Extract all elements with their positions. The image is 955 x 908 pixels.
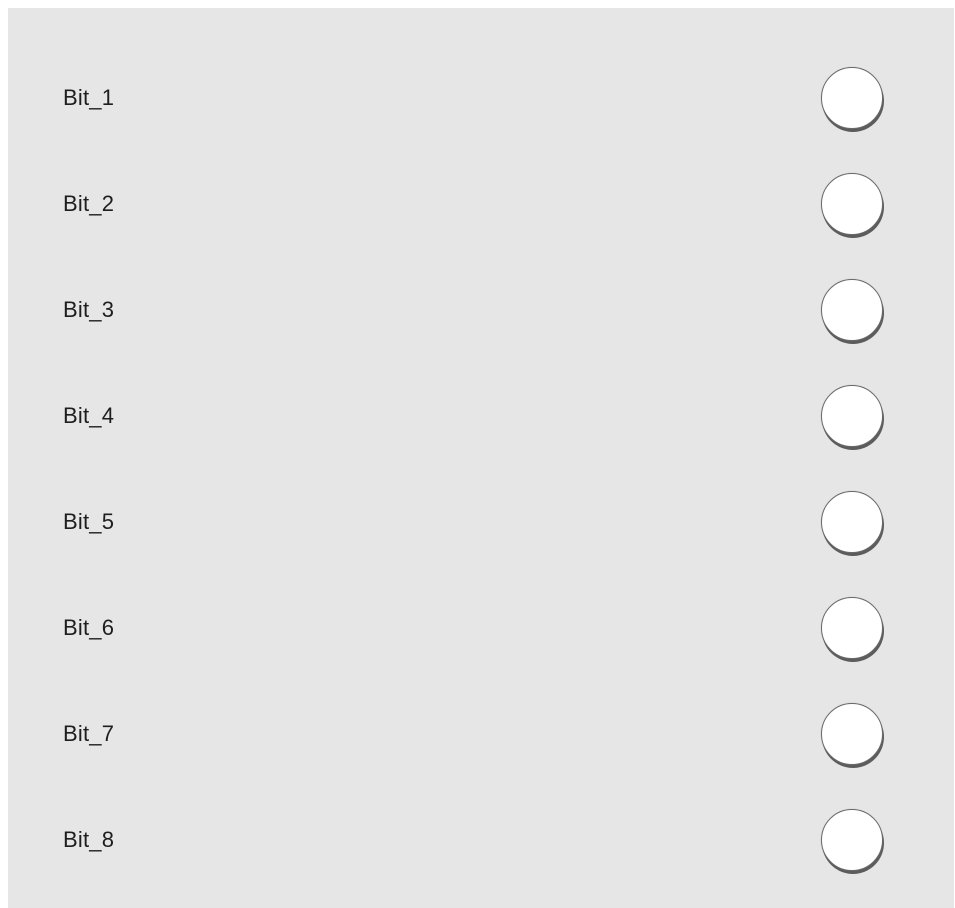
bit-label-3: Bit_3 <box>63 297 115 322</box>
bit-8-indicator[interactable] <box>821 809 883 871</box>
bit-5-indicator[interactable] <box>821 491 883 553</box>
bit-row-7: Bit_7 <box>8 699 954 769</box>
bit-4-indicator[interactable] <box>821 385 883 447</box>
bit-label-8: Bit_8 <box>63 827 115 852</box>
bit-row-8: Bit_8 <box>8 805 954 875</box>
bit-2-indicator[interactable] <box>821 173 883 235</box>
bit-label-2: Bit_2 <box>63 191 115 216</box>
bits-panel: Bit_1 Bit_2 Bit_3 Bit_4 Bit_5 Bit_6 Bit_… <box>8 8 954 908</box>
bit-row-5: Bit_5 <box>8 487 954 557</box>
bit-7-indicator[interactable] <box>821 703 883 765</box>
bit-3-indicator[interactable] <box>821 279 883 341</box>
bit-label-1: Bit_1 <box>63 85 115 110</box>
bit-row-6: Bit_6 <box>8 593 954 663</box>
bit-label-7: Bit_7 <box>63 721 115 746</box>
bit-1-indicator[interactable] <box>821 67 883 129</box>
bit-row-3: Bit_3 <box>8 275 954 345</box>
bit-label-4: Bit_4 <box>63 403 115 428</box>
bit-row-1: Bit_1 <box>8 63 954 133</box>
bit-label-6: Bit_6 <box>63 615 115 640</box>
bit-label-5: Bit_5 <box>63 509 115 534</box>
bit-row-2: Bit_2 <box>8 169 954 239</box>
bit-6-indicator[interactable] <box>821 597 883 659</box>
bit-row-4: Bit_4 <box>8 381 954 451</box>
